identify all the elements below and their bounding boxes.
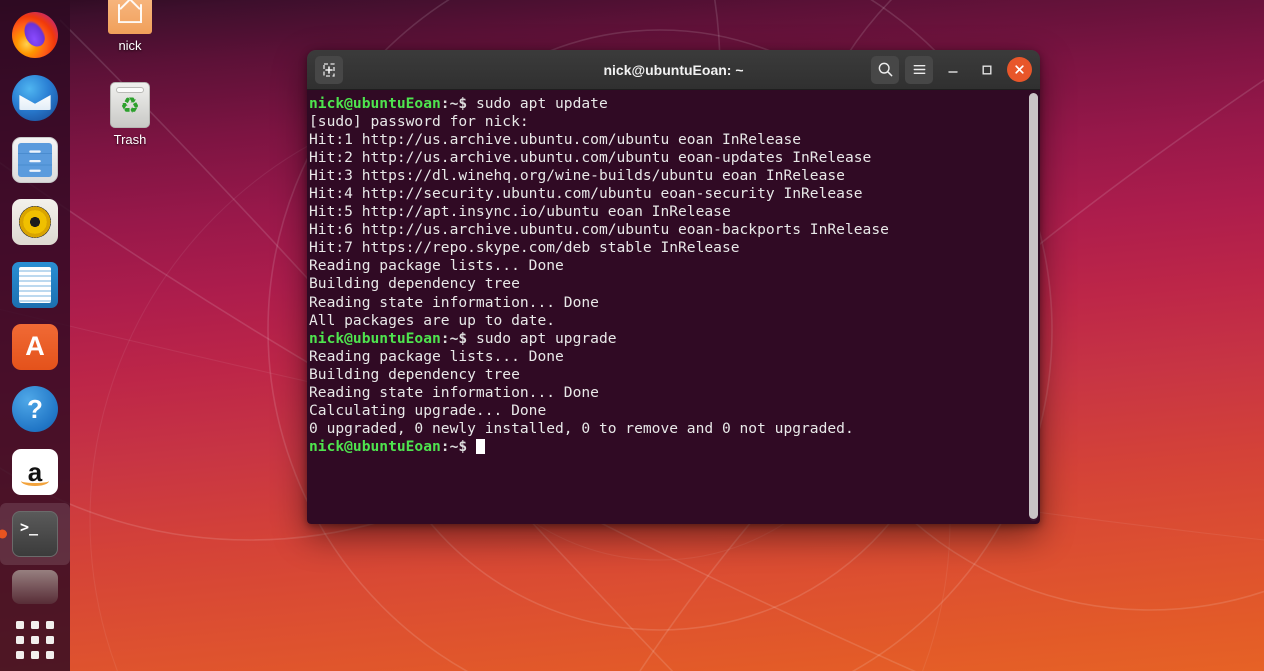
terminal-window[interactable]: nick@ubuntuEoan: ~ nick@ubuntuEoan:~$ su… [307,50,1040,524]
maximize-button[interactable] [973,56,1001,84]
search-button[interactable] [871,55,899,84]
terminal-line: Building dependency tree [309,365,520,383]
dock-item-amazon[interactable]: a [0,441,70,503]
amazon-icon: a [12,448,58,495]
terminal-line: Hit:1 http://us.archive.ubuntu.com/ubunt… [309,131,802,149]
search-icon [878,62,892,77]
terminal-command [467,438,476,455]
terminal-scrollbar-thumb[interactable] [1029,93,1038,519]
terminal-command: sudo apt update [467,95,608,112]
terminal-line: Calculating upgrade... Done [309,401,547,419]
terminal-prompt-path: :~$ [440,437,468,455]
terminal-scrollbar[interactable] [1029,93,1038,521]
desktop-icon-home[interactable]: nick [87,0,173,53]
dock-item-libreoffice-writer[interactable] [0,253,70,315]
trash-icon: ♻ [110,82,150,128]
terminal-line: nick@ubuntuEoan:~$ sudo apt update [309,95,1040,113]
terminal-line: Reading state information... Done [309,293,599,311]
desktop-icon-trash-label: Trash [113,132,147,147]
terminal-line: nick@ubuntuEoan:~$ [309,438,1040,456]
hamburger-menu-icon [913,65,925,74]
files-icon [12,136,58,183]
terminal-output: nick@ubuntuEoan:~$ sudo apt update [sudo]… [308,95,1040,456]
terminal-command: sudo apt upgrade [467,329,617,347]
terminal-line: Hit:7 https://repo.skype.com/deb stable … [309,239,740,257]
terminal-titlebar[interactable]: nick@ubuntuEoan: ~ [307,50,1040,90]
software-icon-glyph: A [25,331,45,362]
dock-item-ubuntu-software[interactable]: A [0,316,70,378]
help-icon-glyph: ? [27,394,43,425]
terminal-icon [12,511,58,558]
close-button[interactable] [1007,57,1032,82]
show-applications-button[interactable] [0,609,70,671]
amazon-icon-glyph: a [27,456,43,487]
dock-item-partial[interactable] [0,565,70,608]
maximize-icon [982,64,992,74]
terminal-line: Reading state information... Done [309,383,599,401]
new-tab-button[interactable] [315,55,343,84]
desktop: A ? a nick [0,0,1264,671]
help-icon: ? [12,386,58,433]
minimize-button[interactable] [939,56,967,84]
terminal-line: Hit:4 http://security.ubuntu.com/ubuntu … [309,185,863,203]
thunderbird-icon [12,74,58,121]
partial-app-icon [12,569,58,604]
dock-item-terminal[interactable] [0,502,70,566]
terminal-line: [sudo] password for nick: [309,113,529,131]
dock-item-firefox[interactable] [0,4,70,66]
terminal-line: nick@ubuntuEoan:~$ sudo apt upgrade [309,330,1040,348]
dock-item-files[interactable] [0,129,70,191]
terminal-line: Hit:6 http://us.archive.ubuntu.com/ubunt… [309,221,889,239]
dock-item-rhythmbox[interactable] [0,191,70,253]
terminal-cursor [475,438,485,454]
dock: A ? a [0,0,70,671]
home-folder-icon [108,0,152,34]
dock-item-thunderbird[interactable] [0,66,70,128]
dock-item-help[interactable]: ? [0,378,70,440]
terminal-body[interactable]: nick@ubuntuEoan:~$ sudo apt update [sudo]… [307,90,1040,524]
menu-button[interactable] [905,55,933,84]
terminal-prompt-path: :~$ [440,329,468,347]
terminal-prompt-path: :~$ [440,95,468,112]
terminal-line: 0 upgraded, 0 newly installed, 0 to remo… [309,419,854,437]
desktop-icon-trash[interactable]: ♻ Trash [87,82,173,147]
close-icon [1015,65,1024,74]
software-icon: A [12,323,58,370]
desktop-icon-home-label: nick [118,38,142,53]
document-icon [12,261,58,308]
terminal-prompt-user: nick@ubuntuEoan [309,95,441,112]
terminal-line: Reading package lists... Done [309,347,564,365]
terminal-line: All packages are up to date. [309,311,556,329]
terminal-prompt-user: nick@ubuntuEoan [309,437,441,455]
terminal-line: Hit:5 http://apt.insync.io/ubuntu eoan I… [309,203,731,221]
minimize-icon [948,70,958,73]
terminal-line: Building dependency tree [309,275,520,293]
app-grid-icon [16,620,54,659]
firefox-icon [12,12,58,59]
terminal-prompt-user: nick@ubuntuEoan [309,329,441,347]
rhythmbox-icon [12,199,58,246]
terminal-line: Hit:2 http://us.archive.ubuntu.com/ubunt… [309,149,872,167]
terminal-line: Reading package lists... Done [309,257,564,275]
new-tab-icon [323,62,335,77]
terminal-line: Hit:3 https://dl.winehq.org/wine-builds/… [309,167,845,185]
